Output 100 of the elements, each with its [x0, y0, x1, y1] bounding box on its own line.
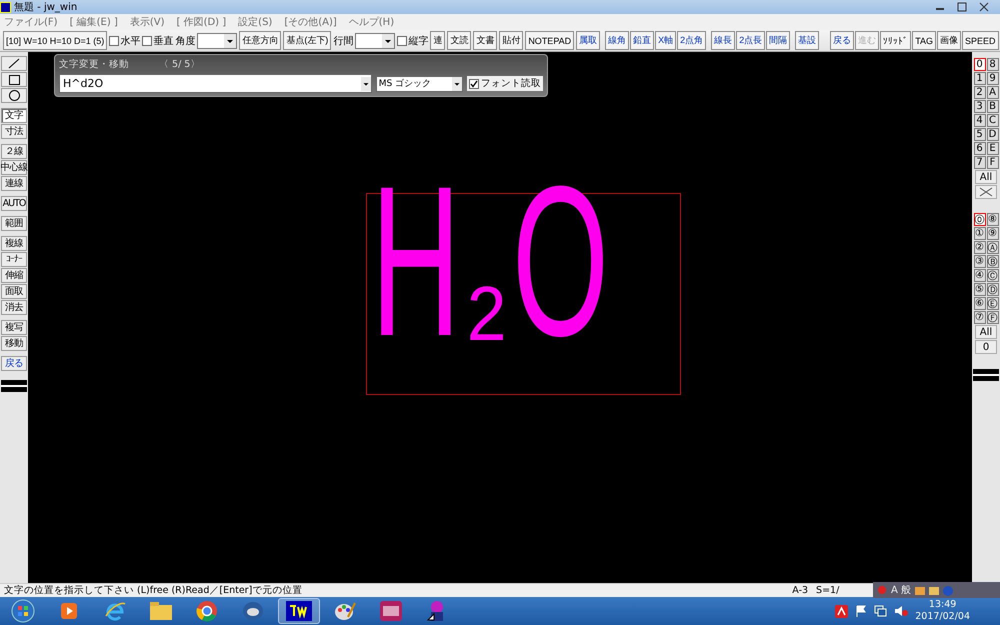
- toolbar-button[interactable]: 基点(左下): [283, 31, 332, 50]
- menu-item[interactable]: [その他(A)]: [284, 15, 337, 29]
- checkbox[interactable]: 垂直: [142, 34, 174, 48]
- toolbar-button[interactable]: 貼付: [499, 31, 524, 50]
- layer-button[interactable]: 3: [974, 100, 986, 113]
- toolbar-button[interactable]: 文書: [473, 31, 498, 50]
- status-message: 文字の位置を指示して下さい (L)free (R)Read／[Enter]で元の位置: [4, 584, 302, 597]
- layer-group-button[interactable]: Ⓐ: [986, 241, 998, 254]
- toolbar-button[interactable]: 間隔: [766, 31, 790, 50]
- line-style-icon[interactable]: [973, 369, 999, 381]
- tool-button[interactable]: AUTO: [1, 196, 27, 211]
- layer-group-button[interactable]: ⑥: [974, 297, 986, 310]
- layer-button[interactable]: 2: [974, 86, 986, 99]
- layer-button[interactable]: 1: [974, 72, 986, 85]
- cross-icon[interactable]: [975, 185, 997, 199]
- all-groups-button[interactable]: All: [975, 325, 997, 339]
- layer-group-button[interactable]: Ⓔ: [986, 297, 998, 310]
- toolbar-button[interactable]: 鉛直: [630, 31, 654, 50]
- layer-button[interactable]: 6: [974, 142, 986, 155]
- menu-item[interactable]: 設定(S): [238, 15, 272, 29]
- layer-button[interactable]: 4: [974, 114, 986, 127]
- tool-button[interactable]: 寸法: [1, 124, 27, 139]
- cad-app-icon[interactable]: [278, 598, 320, 624]
- tool-button[interactable]: 伸縮: [1, 268, 27, 283]
- tool-button[interactable]: 複写: [1, 320, 27, 335]
- toolbar-button[interactable]: SPEED: [962, 31, 999, 50]
- layer-button[interactable]: 9: [986, 72, 998, 85]
- toolbar-button[interactable]: NOTEPAD: [525, 31, 574, 50]
- layer-button[interactable]: C: [986, 114, 998, 127]
- layer-group-button[interactable]: ④: [974, 269, 986, 282]
- menu-item[interactable]: 表示(V): [130, 15, 164, 29]
- tool-button[interactable]: 範囲: [1, 216, 27, 231]
- layer-button[interactable]: A: [986, 86, 998, 99]
- dropdown-field[interactable]: [355, 32, 396, 48]
- field-label: 角度: [175, 34, 196, 48]
- text-input-field[interactable]: H^d2O: [59, 74, 372, 93]
- layer-group-button[interactable]: ③: [974, 255, 986, 268]
- clock[interactable]: 13:49 2017/02/04: [915, 599, 970, 623]
- layer-group-button[interactable]: ②: [974, 241, 986, 254]
- toolbar-button[interactable]: X軸: [655, 31, 676, 50]
- toolbar-button[interactable]: 文読: [447, 31, 472, 50]
- tool-button[interactable]: [1, 72, 27, 87]
- menu-item[interactable]: [ 編集(E) ]: [70, 15, 118, 29]
- layer-button[interactable]: 7: [974, 156, 986, 169]
- flag-icon: [855, 605, 868, 617]
- text-size-button[interactable]: [10] W=10 H=10 D=1 (5): [3, 31, 108, 50]
- toolbar-button[interactable]: TAG: [912, 31, 936, 50]
- tool-button[interactable]: 面取: [1, 284, 27, 299]
- layer-button[interactable]: E: [986, 142, 998, 155]
- toolbar-button[interactable]: 線角: [605, 31, 630, 50]
- toolbar-button[interactable]: 属取: [576, 31, 600, 50]
- tool-button[interactable]: 移動: [1, 336, 27, 351]
- all-layers-button[interactable]: All: [975, 170, 997, 184]
- toolbar-button[interactable]: 2点長: [736, 31, 766, 50]
- tool-button[interactable]: 複線: [1, 236, 27, 251]
- menu-item[interactable]: ファイル(F): [4, 15, 58, 29]
- toolbar-button[interactable]: 任意方向: [239, 31, 282, 50]
- layer-group-button[interactable]: Ⓒ: [986, 269, 998, 282]
- layer-group-button[interactable]: Ⓑ: [986, 255, 998, 268]
- tool-button[interactable]: 連線: [1, 176, 27, 191]
- checkbox[interactable]: 水平: [109, 34, 140, 48]
- toolbar-button[interactable]: 画像: [937, 31, 962, 50]
- tool-button[interactable]: 中心線: [1, 160, 27, 175]
- ime-tool-icons: [915, 584, 956, 596]
- tool-button[interactable]: ｺｰﾅｰ: [1, 252, 27, 267]
- tool-button[interactable]: 文字: [1, 108, 27, 123]
- tool-button[interactable]: [1, 88, 27, 103]
- layer-group-button[interactable]: Ⓕ: [986, 311, 998, 324]
- layer-group-button[interactable]: Ⓓ: [986, 283, 998, 296]
- layer-button[interactable]: F: [986, 156, 998, 169]
- toolbar-button[interactable]: ｿﾘｯﾄﾞ: [880, 31, 912, 50]
- layer-group-button[interactable]: ⑦: [974, 311, 986, 324]
- menu-item[interactable]: ヘルプ(H): [348, 15, 394, 29]
- toolbar-button[interactable]: 連: [430, 31, 446, 50]
- toolbar-button[interactable]: 基設: [795, 31, 820, 50]
- layer-button[interactable]: 5: [974, 128, 986, 141]
- toolbar-button[interactable]: 戻る: [830, 31, 854, 50]
- font-dropdown[interactable]: MS ゴシック: [376, 76, 463, 92]
- layer-button[interactable]: D: [986, 128, 998, 141]
- current-group-button[interactable]: 0: [975, 340, 997, 354]
- tool-button[interactable]: ２線: [1, 144, 27, 159]
- ime-mode[interactable]: A 般: [891, 583, 912, 597]
- layer-button[interactable]: 8: [986, 58, 998, 71]
- tool-button[interactable]: 戻る: [1, 356, 27, 371]
- layer-group-button[interactable]: ⑤: [974, 283, 986, 296]
- menu-item[interactable]: [ 作図(D) ]: [176, 15, 226, 29]
- layer-button[interactable]: 0: [974, 58, 986, 71]
- tool-button[interactable]: 消去: [1, 300, 27, 315]
- dropdown-field[interactable]: [197, 32, 238, 48]
- layer-group-button[interactable]: ⑧: [986, 213, 998, 226]
- layer-button[interactable]: B: [986, 100, 998, 113]
- line-style-icon[interactable]: [1, 380, 27, 392]
- toolbar-button[interactable]: 2点角: [677, 31, 706, 50]
- checkbox[interactable]: 縦字: [397, 34, 428, 48]
- toolbar-button[interactable]: 線長: [711, 31, 736, 50]
- network-icon: [874, 605, 888, 617]
- font-read-checkbox[interactable]: フォント読取: [467, 76, 543, 91]
- layer-group-button[interactable]: ①: [974, 227, 986, 240]
- tool-button[interactable]: [1, 56, 27, 71]
- layer-group-button[interactable]: ⑨: [986, 227, 998, 240]
